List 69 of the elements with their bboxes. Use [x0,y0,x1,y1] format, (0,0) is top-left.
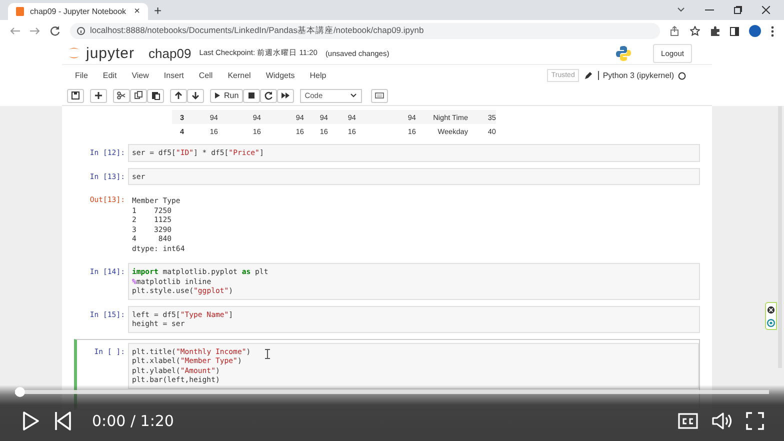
pencil-icon[interactable] [584,72,592,79]
add-cell-button[interactable] [90,88,107,102]
up-arrow-icon[interactable] [174,91,183,100]
play-icon[interactable] [214,92,221,99]
move-up-button[interactable] [170,88,187,102]
more-menu-icon[interactable] [771,26,774,36]
browser-tab[interactable]: chap09 - Jupyter Notebook × [8,3,148,20]
tab-close-button[interactable]: × [134,6,140,17]
share-icon[interactable] [670,26,680,36]
chevron-down-icon[interactable] [677,7,685,13]
fullscreen-icon[interactable] [746,412,764,430]
copy-button[interactable] [130,88,147,102]
paste-icon[interactable] [151,91,160,100]
command-palette-button[interactable] [370,88,388,102]
volume-icon[interactable] [712,412,732,430]
menu-item[interactable]: File [67,71,95,80]
side-panel-icon[interactable] [730,26,739,36]
puzzle-piece-icon[interactable] [710,26,720,36]
star-icon[interactable] [690,26,700,36]
save-button[interactable] [67,88,84,102]
back-arrow-icon[interactable] [10,27,20,35]
skip-back-icon[interactable] [54,411,72,431]
info-icon [77,27,85,35]
run-button[interactable]: Run [210,88,243,102]
stop-icon[interactable] [246,91,256,100]
restart-icon[interactable] [264,91,273,100]
notebook-icon [16,7,24,16]
plus-icon[interactable] [94,91,103,100]
menu-item[interactable]: Widgets [258,71,302,80]
move-down-button[interactable] [187,88,204,102]
restart-run-all-button[interactable] [276,88,294,102]
text-cursor-icon [265,348,270,358]
minimize-icon[interactable] [705,9,714,11]
python-logo-icon [616,46,632,60]
keyboard-icon[interactable] [374,91,384,100]
profile-avatar[interactable] [749,25,761,37]
kernel-idle-icon [678,72,686,80]
menu-item[interactable]: Edit [94,71,124,80]
notebook-name[interactable]: chap09 [148,46,192,60]
play-icon[interactable] [22,411,40,431]
paste-button[interactable] [147,88,164,102]
menu-item[interactable]: Cell [190,71,220,80]
restore-icon[interactable] [734,6,742,14]
copy-icon[interactable] [134,91,143,100]
kernel-name[interactable]: Python 3 (ipykernel) [598,71,674,80]
scissors-icon[interactable] [117,91,126,100]
menu-item[interactable]: Kernel [220,71,258,80]
save-icon[interactable] [71,91,80,100]
jupyter-logo-icon [67,46,81,60]
info-circle-icon[interactable] [767,318,775,326]
menu-item[interactable]: Help [302,71,334,80]
close-icon[interactable] [762,6,770,14]
closed-captions-icon[interactable] [678,413,698,429]
fast-forward-icon[interactable] [280,91,290,100]
stop-button[interactable] [242,88,260,102]
chevron-down-icon[interactable] [350,93,357,98]
jupyter-logo-text: jupyter [86,44,135,62]
reload-icon[interactable] [50,26,60,36]
forward-arrow-icon[interactable] [30,27,40,35]
down-arrow-icon[interactable] [191,91,200,100]
progress-track[interactable] [15,387,769,397]
cut-button[interactable] [113,88,130,102]
close-circle-icon[interactable] [767,306,775,314]
new-tab-button[interactable]: + [154,2,162,18]
video-time: 0:00 / 1:20 [92,412,174,430]
menu-item[interactable]: Insert [156,71,191,80]
tab-title: chap09 - Jupyter Notebook [30,7,128,16]
menu-item[interactable]: View [124,71,156,80]
restart-button[interactable] [260,88,277,102]
